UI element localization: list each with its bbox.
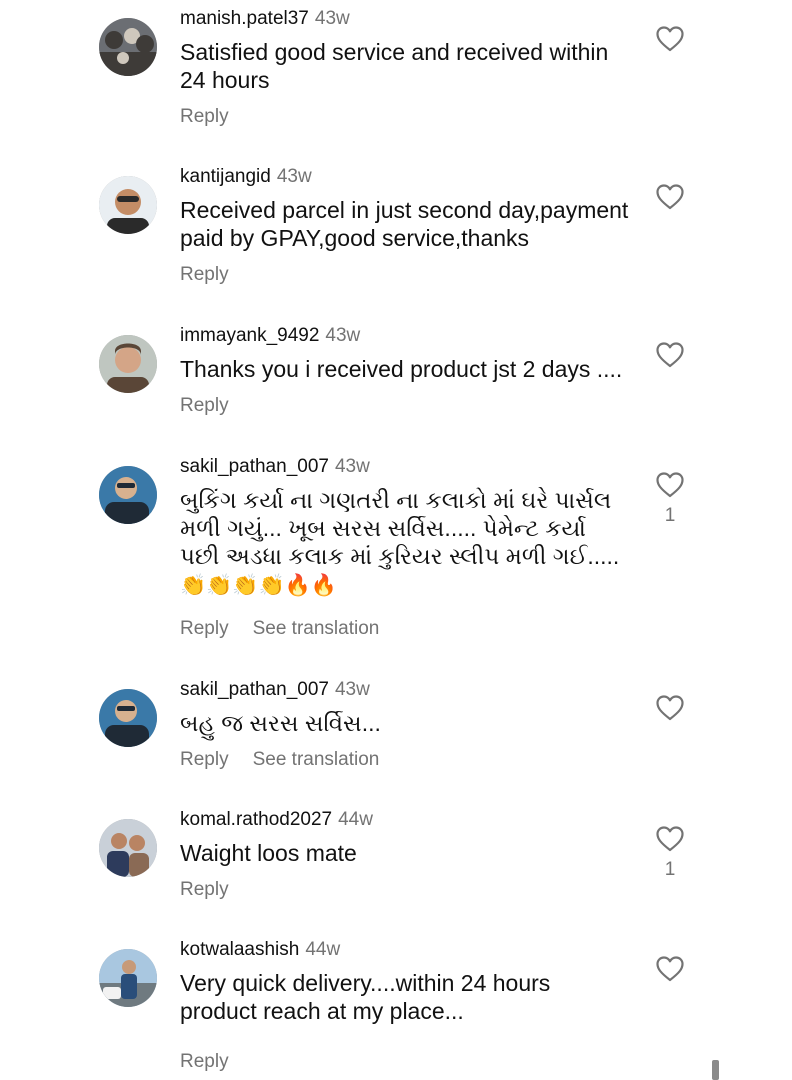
comment-time: 44w [305,939,341,960]
comment-text: Very quick delivery....within 24 hours p… [180,970,551,1024]
username-text[interactable]: kotwalaashish [180,939,299,960]
username-text[interactable]: sakil_pathan_007 [180,456,329,477]
reply-button[interactable]: Reply [180,106,229,127]
comment-username[interactable]: sakil_pathan_007 43w [180,456,370,478]
username-text[interactable]: immayank_9492 [180,325,319,346]
like-count: 1 [664,859,676,880]
comment-actions: Reply [180,264,229,286]
comment-actions: Reply [180,879,229,901]
avatar[interactable] [99,689,157,747]
avatar-image [99,18,157,76]
username-text[interactable]: kantijangid [180,166,271,187]
comment-actions: Reply [180,106,229,128]
comment-item: sakil_pathan_007 43w બુકિંગ કર્યા ના ગણતર… [0,456,792,656]
avatar-image [99,176,157,234]
comment-time: 43w [276,166,312,187]
scrollbar-thumb[interactable] [712,1060,719,1080]
comment-item: immayank_9492 43w Thanks you i received p… [0,325,792,445]
comment-actions: Reply [180,1051,229,1073]
comment-text: Satisfied good service and received with… [180,39,609,93]
comment-username[interactable]: kantijangid 43w [180,166,312,188]
avatar[interactable] [99,819,157,877]
comment-username[interactable]: manish.patel37 43w [180,8,350,30]
heart-icon[interactable] [655,471,685,499]
comment-item: sakil_pathan_007 43w બહુ જ સરસ સર્વિસ... … [0,679,792,799]
heart-icon[interactable] [655,955,685,983]
comment-time: 43w [334,679,370,700]
heart-icon[interactable] [655,825,685,853]
avatar-image [99,335,157,393]
comment-item: komal.rathod2027 44w Waight loos mate Rep… [0,809,792,929]
reply-button[interactable]: Reply [180,395,229,416]
reply-button[interactable]: Reply [180,1051,229,1072]
comment-actions: Reply See translation [180,618,379,640]
comment-time: 43w [334,456,370,477]
comment-text: Waight loos mate [180,840,357,866]
see-translation-button[interactable]: See translation [253,618,380,639]
heart-icon[interactable] [655,694,685,722]
avatar-image [99,689,157,747]
comment-username[interactable]: immayank_9492 43w [180,325,360,347]
username-text[interactable]: manish.patel37 [180,8,309,29]
comment-username[interactable]: komal.rathod2027 44w [180,809,373,831]
avatar-image [99,949,157,1007]
reply-button[interactable]: Reply [180,618,229,639]
avatar[interactable] [99,176,157,234]
username-text[interactable]: sakil_pathan_007 [180,679,329,700]
comment-text: બહુ જ સરસ સર્વિસ... [180,710,381,736]
comment-time: 43w [325,325,361,346]
like-count: 1 [664,505,676,526]
comment-text-body: બુકિંગ કર્યા ના ગણતરી ના કલાકો માં ઘરે પ… [180,487,620,569]
reply-button[interactable]: Reply [180,264,229,285]
comment-time: 44w [338,809,373,830]
heart-icon[interactable] [655,25,685,53]
reply-button[interactable]: Reply [180,749,229,770]
reply-button[interactable]: Reply [180,879,229,900]
comment-item: manish.patel37 43w Satisfied good service… [0,8,792,158]
comment-text: બુકિંગ કર્યા ના ગણતરી ના કલાકો માં ઘરે પ… [180,486,630,599]
comment-time: 43w [314,8,350,29]
comment-item: kotwalaashish 44w Very quick delivery....… [0,939,792,1080]
avatar[interactable] [99,949,157,1007]
comment-text: Received parcel in just second day,payme… [180,197,629,251]
comment-actions: Reply [180,395,229,417]
avatar[interactable] [99,466,157,524]
heart-icon[interactable] [655,341,685,369]
heart-icon[interactable] [655,183,685,211]
see-translation-button[interactable]: See translation [253,749,380,770]
avatar[interactable] [99,335,157,393]
comment-item: kantijangid 43w Received parcel in just s… [0,166,792,316]
comment-actions: Reply See translation [180,749,379,771]
username-text[interactable]: komal.rathod2027 [180,809,332,830]
avatar[interactable] [99,18,157,76]
comment-username[interactable]: sakil_pathan_007 43w [180,679,370,701]
emoji-sequence: 👏👏👏👏🔥🔥 [180,573,337,597]
comment-text: Thanks you i received product jst 2 days… [180,356,623,382]
avatar-image [99,819,157,877]
comment-username[interactable]: kotwalaashish 44w [180,939,340,961]
avatar-image [99,466,157,524]
